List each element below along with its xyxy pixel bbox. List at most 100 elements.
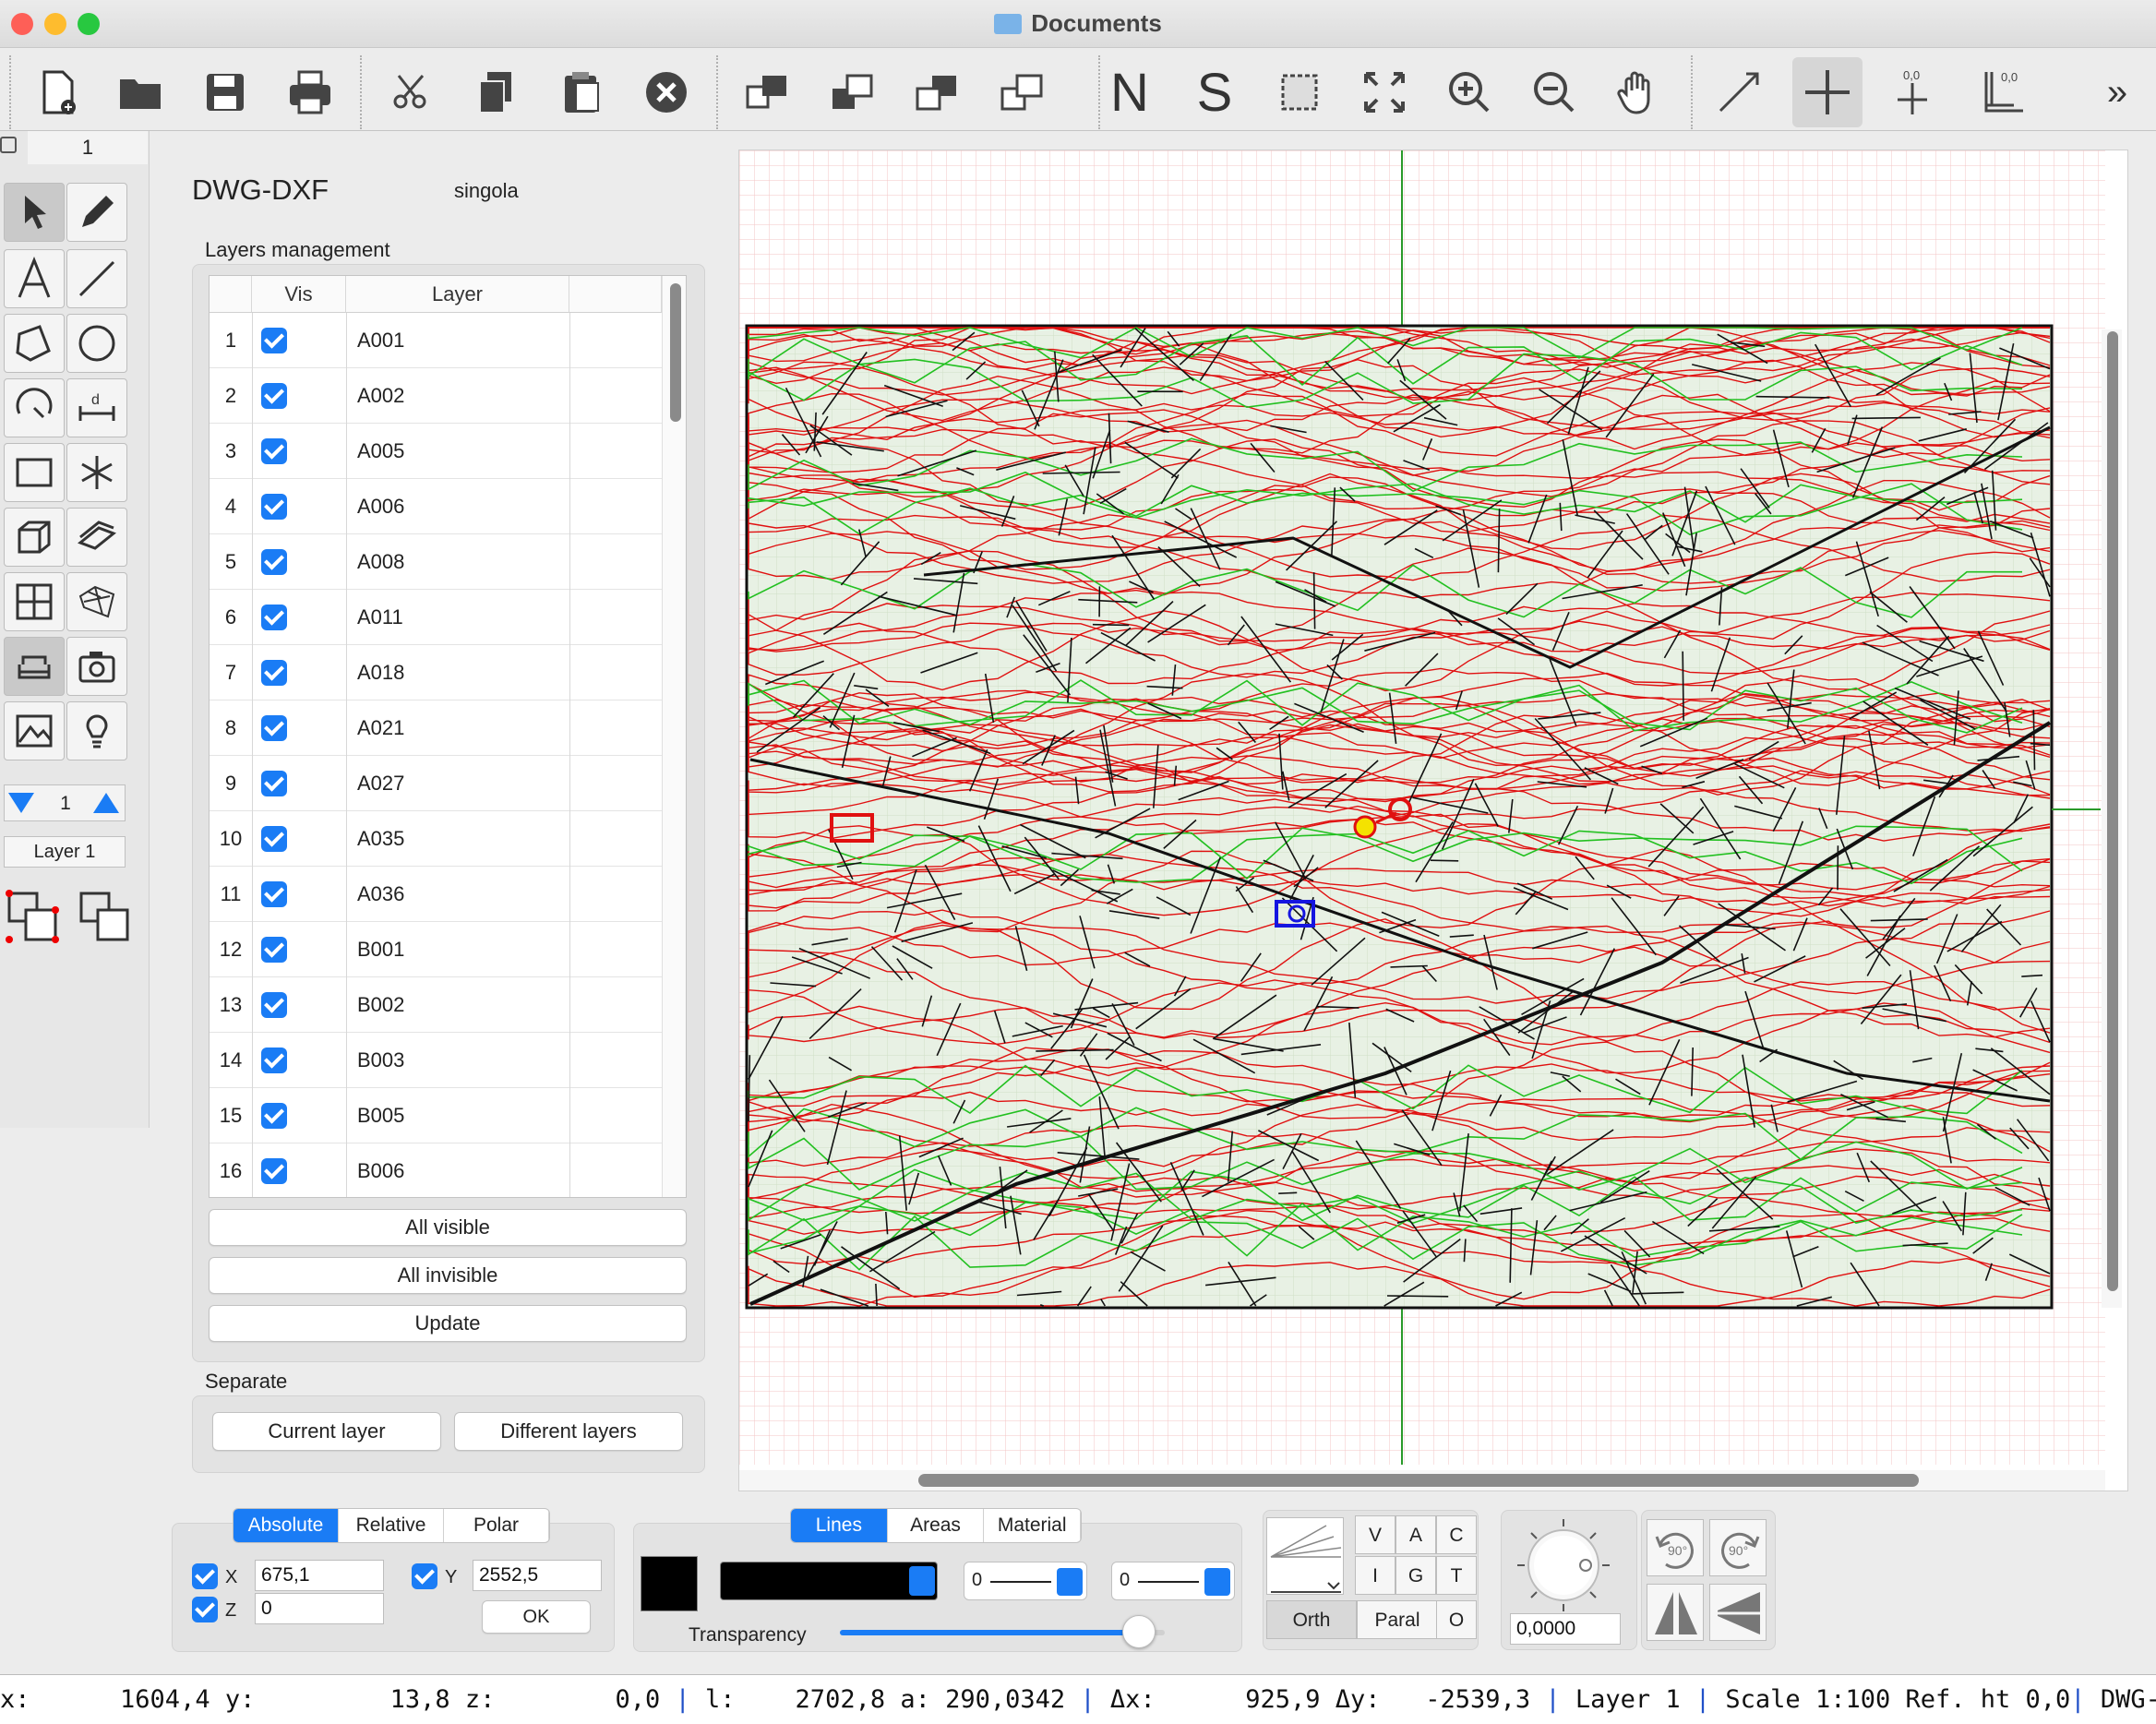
send-back-icon[interactable] — [988, 57, 1058, 127]
north-text-button[interactable]: N — [1095, 57, 1165, 127]
tab-lines[interactable]: Lines — [791, 1509, 888, 1542]
bring-forward-icon[interactable] — [818, 57, 888, 127]
layer-row[interactable]: 16 B006 — [210, 1143, 662, 1197]
new-document-icon[interactable] — [22, 57, 92, 127]
sofa-tool-icon[interactable] — [4, 637, 65, 696]
layer-row[interactable]: 14 B003 — [210, 1033, 662, 1088]
circle-tool-icon[interactable] — [66, 314, 127, 373]
y-input[interactable]: 2552,5 — [473, 1560, 602, 1591]
layer-visible-checkbox[interactable] — [261, 438, 287, 464]
layer-row[interactable]: 7 A018 — [210, 645, 662, 700]
col-layer-header[interactable]: Layer — [346, 276, 569, 313]
terrain-tool-icon[interactable] — [4, 701, 65, 760]
yellow-marker[interactable] — [1353, 815, 1377, 839]
z-input[interactable]: 0 — [255, 1593, 384, 1624]
paste-icon[interactable] — [546, 57, 617, 127]
mirror-vertical-icon[interactable] — [1709, 1584, 1767, 1641]
zoom-in-icon[interactable] — [1434, 57, 1504, 127]
all-invisible-button[interactable]: All invisible — [209, 1257, 687, 1294]
palette-detach-icon[interactable] — [0, 137, 17, 153]
rotation-angle-input[interactable]: 0,0000 — [1510, 1613, 1621, 1645]
z-checkbox[interactable] — [192, 1597, 218, 1622]
layer-row[interactable]: 2 A002 — [210, 368, 662, 424]
layer-row[interactable]: 12 B001 — [210, 922, 662, 977]
arc-tool-icon[interactable] — [4, 378, 65, 437]
layer-visible-checkbox[interactable] — [261, 383, 287, 409]
snap-c-button[interactable]: C — [1436, 1515, 1477, 1554]
rotate-left-90-icon[interactable]: 90° — [1647, 1519, 1704, 1576]
origin-point-icon[interactable]: 0,0 — [1877, 57, 1947, 127]
pan-hand-icon[interactable] — [1604, 57, 1674, 127]
layer-row[interactable]: 13 B002 — [210, 977, 662, 1033]
layer-visible-checkbox[interactable] — [261, 605, 287, 630]
send-backward-icon[interactable] — [903, 57, 973, 127]
snap-a-button[interactable]: A — [1395, 1515, 1436, 1554]
cut-icon[interactable] — [377, 57, 447, 127]
bring-front-icon[interactable] — [733, 57, 803, 127]
snap-t-button[interactable]: T — [1436, 1556, 1477, 1595]
layer-visible-checkbox[interactable] — [261, 715, 287, 741]
ok-button[interactable]: OK — [482, 1600, 591, 1634]
tab-relative[interactable]: Relative — [339, 1509, 444, 1542]
crosshair-icon[interactable] — [1792, 57, 1863, 127]
orth-button[interactable]: Orth — [1266, 1600, 1357, 1639]
current-layer-button[interactable]: Current layer — [212, 1412, 441, 1451]
line-color-select[interactable] — [720, 1562, 938, 1600]
layer-visible-checkbox[interactable] — [261, 549, 287, 575]
snap-v-button[interactable]: V — [1355, 1515, 1395, 1554]
x-input[interactable]: 675,1 — [255, 1560, 384, 1591]
text-tool-icon[interactable] — [4, 249, 65, 308]
layer-row[interactable]: 6 A011 — [210, 590, 662, 645]
update-button[interactable]: Update — [209, 1305, 687, 1342]
open-folder-icon[interactable] — [105, 57, 175, 127]
mirror-horizontal-icon[interactable] — [1647, 1584, 1704, 1641]
snap-o-button[interactable]: O — [1436, 1600, 1477, 1639]
layer-row[interactable]: 4 A006 — [210, 479, 662, 534]
tab-material[interactable]: Material — [984, 1509, 1081, 1542]
zoom-extents-icon[interactable] — [1349, 57, 1419, 127]
layer-visible-checkbox[interactable] — [261, 1158, 287, 1184]
line-type-select[interactable]: 0 — [1111, 1562, 1235, 1600]
pencil-icon[interactable] — [66, 183, 127, 242]
all-visible-button[interactable]: All visible — [209, 1209, 687, 1246]
zoom-out-icon[interactable] — [1519, 57, 1589, 127]
layer-visible-checkbox[interactable] — [261, 881, 287, 907]
y-checkbox[interactable] — [412, 1563, 437, 1589]
layer-visible-checkbox[interactable] — [261, 992, 287, 1018]
layer-up-icon[interactable] — [93, 793, 119, 813]
zoom-fit-selection-icon[interactable] — [1264, 57, 1335, 127]
layer-row[interactable]: 9 A027 — [210, 756, 662, 811]
layer-visible-checkbox[interactable] — [261, 494, 287, 520]
delete-icon[interactable] — [631, 57, 701, 127]
layer-visible-checkbox[interactable] — [261, 937, 287, 963]
window-tool-icon[interactable] — [4, 572, 65, 631]
transparency-knob[interactable] — [1121, 1615, 1156, 1648]
layer-visible-checkbox[interactable] — [261, 826, 287, 852]
toolbar-overflow-button[interactable]: » — [2090, 57, 2145, 127]
table-scroll-thumb[interactable] — [670, 283, 681, 422]
surface-tool-icon[interactable] — [66, 572, 127, 631]
tab-areas[interactable]: Areas — [888, 1509, 985, 1542]
x-checkbox[interactable] — [192, 1563, 218, 1589]
map-drawing[interactable] — [739, 150, 2129, 1492]
paral-button[interactable]: Paral — [1357, 1600, 1438, 1639]
rectangle-tool-icon[interactable] — [4, 443, 65, 502]
layer-visible-checkbox[interactable] — [261, 660, 287, 686]
canvas-vscroll-thumb[interactable] — [2107, 331, 2118, 1291]
canvas-hscroll-thumb[interactable] — [918, 1474, 1919, 1487]
layer-row[interactable]: 15 B005 — [210, 1088, 662, 1143]
line-snap-icon[interactable] — [1704, 57, 1774, 127]
camera-icon[interactable] — [66, 637, 127, 696]
col-vis-header[interactable]: Vis — [252, 276, 346, 313]
color-swatch[interactable] — [641, 1556, 698, 1611]
copy-icon[interactable] — [461, 57, 532, 127]
tab-polar[interactable]: Polar — [444, 1509, 549, 1542]
drawing-canvas[interactable] — [738, 150, 2128, 1491]
current-layer-label[interactable]: Layer 1 — [4, 836, 126, 868]
tab-absolute[interactable]: Absolute — [234, 1509, 339, 1542]
snap-g-button[interactable]: G — [1395, 1556, 1436, 1595]
south-text-button[interactable]: S — [1180, 57, 1250, 127]
select-arrow-icon[interactable] — [4, 183, 65, 242]
light-bulb-icon[interactable] — [66, 701, 127, 760]
layer-row[interactable]: 8 A021 — [210, 700, 662, 756]
